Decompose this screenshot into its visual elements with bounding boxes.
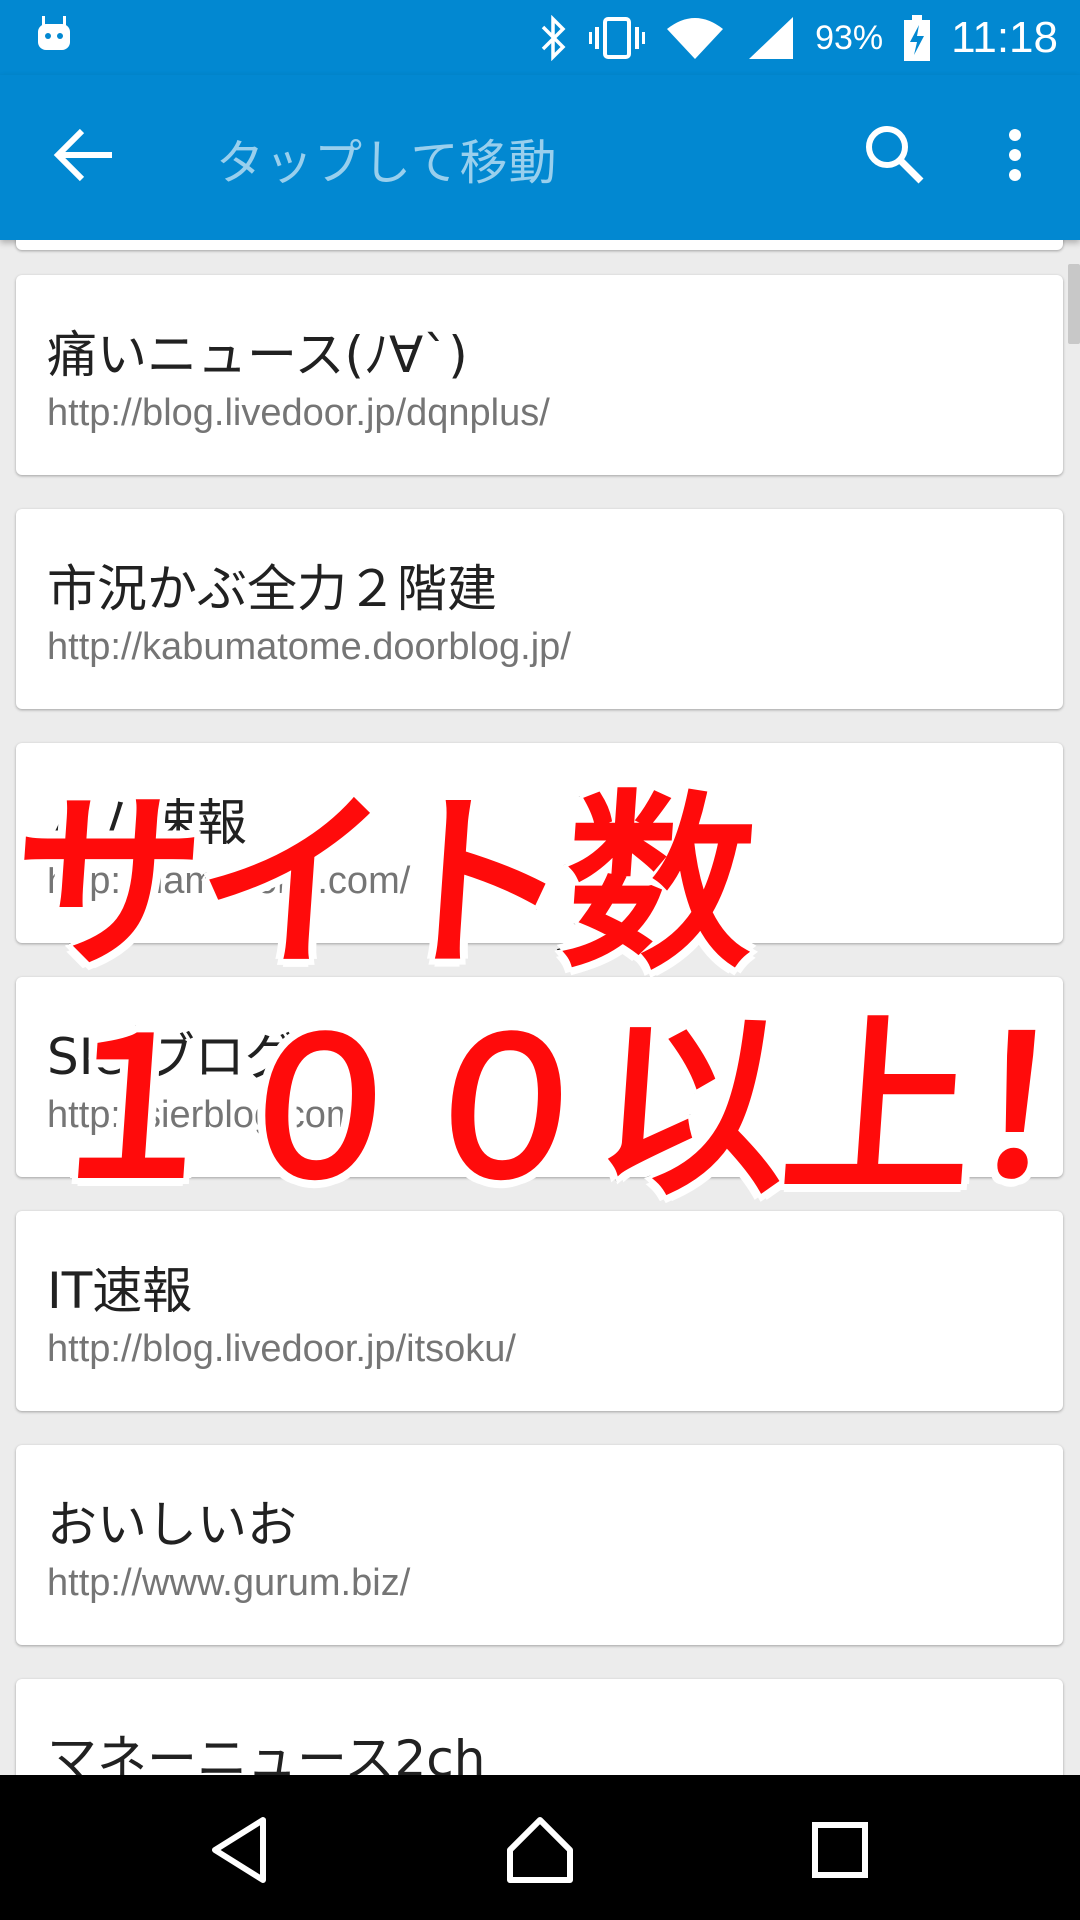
list-item[interactable] bbox=[16, 240, 1063, 250]
scrollbar-thumb[interactable] bbox=[1068, 264, 1080, 344]
site-url: http://www.gurum.biz/ bbox=[47, 1562, 411, 1604]
list-item[interactable]: 痛いニュース(ﾉ∀`) http://blog.livedoor.jp/dqnp… bbox=[16, 275, 1063, 475]
back-arrow-icon[interactable] bbox=[50, 120, 120, 190]
android-icon bbox=[38, 16, 70, 50]
site-url: http://blog.livedoor.jp/itsoku/ bbox=[47, 1328, 516, 1370]
list-item[interactable]: 市況かぶ全力２階建 http://kabumatome.doorblog.jp/ bbox=[16, 509, 1063, 709]
site-name: マネーニュース2ch bbox=[47, 1730, 486, 1775]
vibrate-icon bbox=[589, 17, 646, 59]
status-bar: 93% 11:18 bbox=[0, 0, 1080, 75]
list-item[interactable]: マネーニュース2ch bbox=[16, 1679, 1063, 1775]
nav-back-icon[interactable] bbox=[201, 1810, 281, 1890]
navigation-bar bbox=[0, 1775, 1080, 1920]
bluetooth-icon bbox=[541, 15, 566, 61]
list-item[interactable]: おいしいお http://www.gurum.biz/ bbox=[16, 1445, 1063, 1645]
site-url: http://kabumatome.doorblog.jp/ bbox=[47, 626, 571, 668]
battery-charging-icon bbox=[904, 15, 931, 61]
list-item[interactable]: IT速報 http://blog.livedoor.jp/itsoku/ bbox=[16, 1211, 1063, 1411]
battery-percentage: 93% bbox=[815, 18, 884, 57]
site-name: おいしいお bbox=[47, 1496, 297, 1554]
status-icons: 93% 11:18 bbox=[539, 10, 1058, 66]
site-name: IT速報 bbox=[47, 1262, 193, 1320]
site-name: 痛いニュース(ﾉ∀`) bbox=[47, 326, 468, 384]
nav-home-icon[interactable] bbox=[500, 1810, 580, 1890]
wifi-icon bbox=[667, 18, 724, 59]
nav-recents-icon[interactable] bbox=[800, 1810, 880, 1890]
signal-icon bbox=[749, 17, 794, 59]
site-name: 市況かぶ全力２階建 bbox=[47, 560, 497, 618]
search-icon[interactable] bbox=[855, 115, 935, 195]
site-url: http://blog.livedoor.jp/dqnplus/ bbox=[47, 392, 550, 434]
promo-overlay-line2: １００以上！ bbox=[28, 996, 1080, 1223]
clock: 11:18 bbox=[951, 13, 1058, 62]
more-vert-icon[interactable] bbox=[985, 115, 1045, 195]
search-hint-title[interactable]: タップして移動 bbox=[216, 123, 558, 193]
app-bar: タップして移動 bbox=[0, 75, 1080, 240]
